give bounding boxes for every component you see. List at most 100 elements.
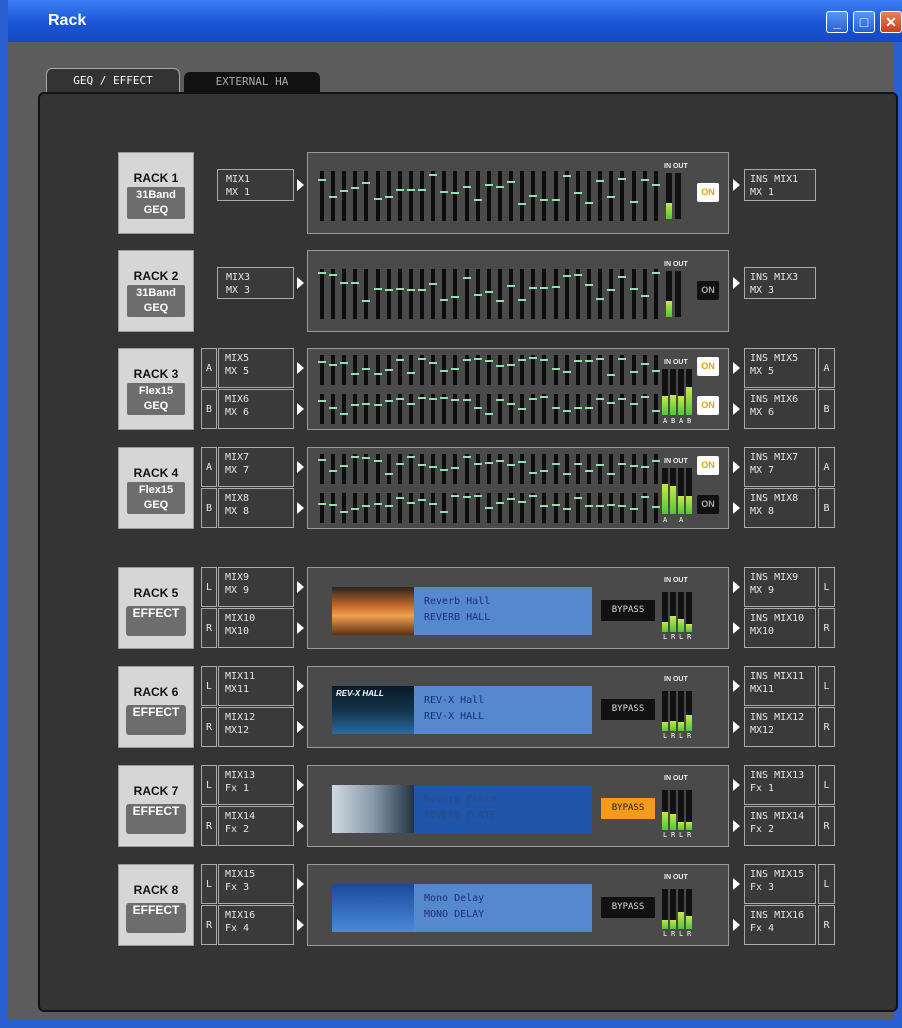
- eq-band-fader[interactable]: [387, 394, 391, 424]
- eq-band-fader[interactable]: [632, 394, 636, 424]
- eq-band-fader[interactable]: [376, 355, 380, 385]
- maximize-button[interactable]: □: [853, 11, 875, 33]
- eq-band-fader[interactable]: [509, 355, 513, 385]
- eq-band-knob[interactable]: [596, 505, 604, 507]
- eq-band-knob[interactable]: [429, 283, 437, 285]
- eq-band-knob[interactable]: [630, 371, 638, 373]
- eq-band-fader[interactable]: [576, 269, 580, 319]
- eq-band-knob[interactable]: [418, 464, 426, 466]
- eq-band-fader[interactable]: [409, 355, 413, 385]
- eq-band-knob[interactable]: [351, 373, 359, 375]
- eq-band-knob[interactable]: [507, 285, 515, 287]
- rack-button[interactable]: RACK 4 Flex15 GEQ: [118, 447, 194, 529]
- eq-band-fader[interactable]: [431, 269, 435, 319]
- eq-band-knob[interactable]: [607, 473, 615, 475]
- eq-band-fader[interactable]: [453, 493, 457, 523]
- eq-band-knob[interactable]: [418, 397, 426, 399]
- eq-band-knob[interactable]: [374, 404, 382, 406]
- eq-band-fader[interactable]: [520, 454, 524, 484]
- eq-band-fader[interactable]: [576, 171, 580, 221]
- rack-button[interactable]: RACK 3 Flex15 GEQ: [118, 348, 194, 430]
- eq-band-knob[interactable]: [574, 192, 582, 194]
- eq-band-knob[interactable]: [374, 503, 382, 505]
- output-patch[interactable]: INS MIX5 MX 5: [744, 348, 816, 388]
- eq-band-knob[interactable]: [340, 511, 348, 513]
- eq-band-knob[interactable]: [507, 403, 515, 405]
- eq-band-fader[interactable]: [598, 454, 602, 484]
- eq-band-fader[interactable]: [498, 493, 502, 523]
- eq-band-fader[interactable]: [398, 269, 402, 319]
- eq-band-knob[interactable]: [618, 505, 626, 507]
- eq-band-knob[interactable]: [496, 300, 504, 302]
- eq-band-fader[interactable]: [598, 171, 602, 221]
- eq-band-knob[interactable]: [652, 410, 660, 412]
- eq-band-fader[interactable]: [565, 394, 569, 424]
- eq-band-fader[interactable]: [531, 269, 535, 319]
- eq-band-fader[interactable]: [565, 454, 569, 484]
- eq-band-knob[interactable]: [362, 505, 370, 507]
- input-patch[interactable]: MIX9 MX 9: [218, 567, 294, 607]
- eq-band-knob[interactable]: [385, 289, 393, 291]
- eq-band-knob[interactable]: [529, 472, 537, 474]
- eq-band-knob[interactable]: [518, 299, 526, 301]
- rack-button[interactable]: RACK 1 31Band GEQ: [118, 152, 194, 234]
- eq-band-knob[interactable]: [507, 498, 515, 500]
- eq-band-knob[interactable]: [630, 201, 638, 203]
- eq-band-knob[interactable]: [641, 363, 649, 365]
- eq-band-fader[interactable]: [609, 355, 613, 385]
- eq-band-knob[interactable]: [385, 505, 393, 507]
- eq-band-fader[interactable]: [554, 394, 558, 424]
- eq-fader-bank[interactable]: [316, 355, 661, 385]
- eq-band-fader[interactable]: [442, 171, 446, 221]
- eq-band-fader[interactable]: [654, 493, 658, 523]
- eq-band-fader[interactable]: [487, 171, 491, 221]
- eq-band-fader[interactable]: [542, 269, 546, 319]
- eq-band-knob[interactable]: [574, 407, 582, 409]
- eq-band-fader[interactable]: [431, 171, 435, 221]
- eq-band-fader[interactable]: [442, 269, 446, 319]
- eq-band-fader[interactable]: [542, 394, 546, 424]
- eq-band-knob[interactable]: [463, 186, 471, 188]
- eq-band-fader[interactable]: [520, 493, 524, 523]
- geq-on-button[interactable]: ON: [697, 183, 719, 202]
- eq-band-knob[interactable]: [652, 506, 660, 508]
- effect-type-button[interactable]: EFFECT: [126, 606, 186, 636]
- eq-band-knob[interactable]: [385, 196, 393, 198]
- eq-band-fader[interactable]: [498, 171, 502, 221]
- eq-band-fader[interactable]: [376, 493, 380, 523]
- eq-band-fader[interactable]: [376, 269, 380, 319]
- rack-button[interactable]: RACK 2 31Band GEQ: [118, 250, 194, 332]
- preset-display[interactable]: REV-X Hall REV-X HALL: [414, 686, 592, 734]
- eq-band-fader[interactable]: [576, 394, 580, 424]
- eq-band-knob[interactable]: [429, 174, 437, 176]
- output-patch[interactable]: INS MIX10 MX10: [744, 608, 816, 648]
- output-patch[interactable]: INS MIX14 Fx 2: [744, 806, 816, 846]
- eq-band-fader[interactable]: [565, 171, 569, 221]
- eq-band-knob[interactable]: [329, 504, 337, 506]
- eq-band-fader[interactable]: [376, 454, 380, 484]
- eq-band-fader[interactable]: [431, 454, 435, 484]
- eq-band-knob[interactable]: [540, 199, 548, 201]
- eq-band-knob[interactable]: [362, 403, 370, 405]
- eq-band-knob[interactable]: [340, 282, 348, 284]
- eq-band-knob[interactable]: [451, 495, 459, 497]
- bypass-button[interactable]: BYPASS: [601, 897, 655, 918]
- output-patch[interactable]: INS MIX1 MX 1: [744, 169, 816, 201]
- output-patch[interactable]: INS MIX15 Fx 3: [744, 864, 816, 904]
- eq-band-knob[interactable]: [418, 289, 426, 291]
- output-patch[interactable]: INS MIX6 MX 6: [744, 389, 816, 429]
- eq-band-fader[interactable]: [654, 394, 658, 424]
- eq-band-knob[interactable]: [329, 470, 337, 472]
- preset-display[interactable]: Reverb Plate REVERB PLATE: [414, 785, 592, 833]
- eq-band-fader[interactable]: [320, 394, 324, 424]
- input-patch[interactable]: MIX1 MX 1: [217, 169, 294, 201]
- eq-band-fader[interactable]: [331, 493, 335, 523]
- eq-band-fader[interactable]: [632, 454, 636, 484]
- eq-band-fader[interactable]: [632, 355, 636, 385]
- eq-band-knob[interactable]: [585, 360, 593, 362]
- output-patch[interactable]: INS MIX13 Fx 1: [744, 765, 816, 805]
- eq-band-knob[interactable]: [540, 470, 548, 472]
- eq-band-fader[interactable]: [487, 269, 491, 319]
- eq-band-knob[interactable]: [652, 184, 660, 186]
- eq-band-fader[interactable]: [409, 394, 413, 424]
